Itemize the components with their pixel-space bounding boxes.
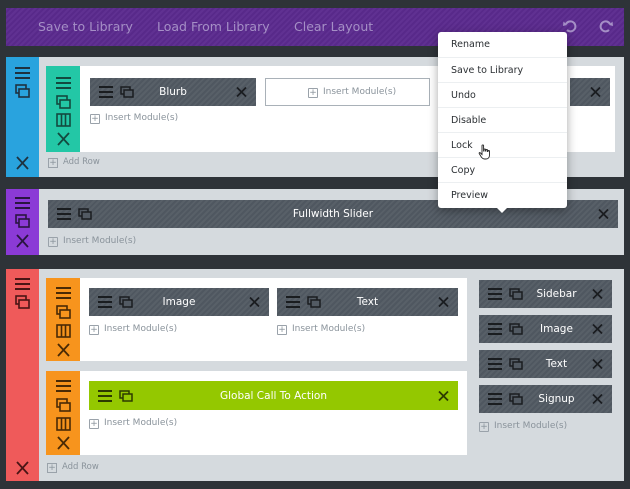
insert-module-button[interactable]: + Insert Module(s) (90, 113, 178, 124)
insert-module-button[interactable]: + Insert Module(s) (479, 421, 567, 432)
row-sidebar (46, 278, 80, 361)
menu-item-disable[interactable]: Disable (438, 107, 567, 132)
clear-layout-button[interactable]: Clear Layout (294, 19, 373, 34)
plus-icon: + (308, 88, 318, 98)
insert-module-button[interactable]: + Insert Module(s) (48, 236, 136, 247)
plus-icon: + (48, 237, 58, 247)
module-label: Image (162, 296, 196, 308)
save-to-library-button[interactable]: Save to Library (38, 19, 133, 34)
section-sidebar (6, 269, 39, 481)
row-sidebar (46, 66, 80, 152)
duplicate-icon[interactable] (15, 84, 30, 98)
delete-icon[interactable] (15, 461, 30, 475)
module-label: Text (356, 296, 379, 308)
duplicate-icon[interactable] (15, 214, 30, 228)
remove-icon[interactable] (590, 86, 601, 98)
remove-icon[interactable] (592, 288, 603, 300)
module-global-call-to-action[interactable]: Global Call To Action (89, 381, 458, 410)
remove-icon[interactable] (592, 393, 603, 405)
menu-item-undo[interactable]: Undo (438, 82, 567, 107)
duplicate-icon[interactable] (15, 295, 30, 309)
context-menu: Rename Save to Library Undo Disable Lock… (438, 32, 567, 208)
redo-icon[interactable] (598, 18, 614, 34)
remove-icon[interactable] (598, 208, 609, 220)
delete-icon[interactable] (56, 132, 71, 146)
section-sidebar (6, 57, 39, 177)
menu-item-rename[interactable]: Rename (438, 32, 567, 57)
delete-icon[interactable] (56, 436, 71, 450)
row-sidebar (46, 371, 80, 455)
insert-module-button[interactable]: + Insert Module(s) (308, 87, 396, 98)
module-label: Blurb (159, 86, 187, 98)
move-handle-icon[interactable] (15, 66, 30, 80)
drag-icon[interactable] (488, 358, 502, 370)
drag-icon[interactable] (488, 393, 502, 405)
module-text[interactable]: Text (277, 288, 458, 316)
module-image[interactable]: Image (89, 288, 269, 316)
insert-module-button[interactable]: + Insert Module(s) (277, 324, 365, 335)
remove-icon[interactable] (592, 323, 603, 335)
module-image[interactable]: Image (479, 315, 612, 343)
columns-icon[interactable] (56, 324, 71, 338)
menu-item-preview[interactable]: Preview (438, 182, 567, 207)
delete-icon[interactable] (15, 234, 30, 248)
module-text[interactable]: Text (479, 350, 612, 378)
columns-icon[interactable] (56, 417, 71, 431)
context-menu-pointer (494, 205, 510, 213)
move-handle-icon[interactable] (15, 277, 30, 291)
menu-item-copy[interactable]: Copy (438, 157, 567, 182)
drag-icon[interactable] (488, 288, 502, 300)
drag-icon[interactable] (488, 323, 502, 335)
module-sidebar[interactable]: Sidebar (479, 280, 612, 308)
menu-item-save-to-library[interactable]: Save to Library (438, 57, 567, 82)
add-row-button[interactable]: + Add Row (48, 157, 100, 168)
plus-icon: + (47, 463, 57, 473)
module-label: Global Call To Action (219, 389, 328, 402)
delete-icon[interactable] (15, 156, 30, 170)
section-specialty: Image + Insert Module(s) Text + Insert Mod… (6, 269, 624, 481)
insert-module-button[interactable]: + Insert Module(s) (89, 418, 177, 429)
plus-icon: + (90, 114, 100, 124)
move-handle-icon[interactable] (56, 379, 71, 393)
module-partial[interactable] (570, 78, 610, 106)
plus-icon: + (89, 325, 99, 335)
duplicate-icon[interactable] (56, 95, 71, 109)
menu-item-lock[interactable]: Lock (438, 132, 567, 157)
load-from-library-button[interactable]: Load From Library (157, 19, 270, 34)
columns-icon[interactable] (56, 113, 71, 127)
row: Global Call To Action + Insert Module(s) (46, 371, 467, 455)
plus-icon: + (277, 325, 287, 335)
add-row-button[interactable]: + Add Row (47, 462, 99, 473)
remove-icon[interactable] (438, 296, 449, 308)
insert-module-button[interactable]: + Insert Module(s) (89, 324, 177, 335)
row: Image + Insert Module(s) Text + Insert Mod… (46, 278, 467, 361)
plus-icon: + (48, 158, 58, 168)
plus-icon: + (89, 419, 99, 429)
move-handle-icon[interactable] (56, 76, 71, 90)
plus-icon: + (479, 422, 489, 432)
empty-column[interactable]: + Insert Module(s) (265, 78, 430, 106)
move-handle-icon[interactable] (15, 196, 30, 210)
module-label: Fullwidth Slider (292, 208, 374, 220)
remove-icon[interactable] (249, 296, 260, 308)
duplicate-icon[interactable] (56, 398, 71, 412)
section-sidebar (6, 189, 39, 255)
hand-cursor-icon (478, 144, 490, 160)
module-signup[interactable]: Signup (479, 385, 612, 413)
remove-icon[interactable] (592, 358, 603, 370)
remove-icon[interactable] (236, 86, 247, 98)
move-handle-icon[interactable] (56, 286, 71, 300)
module-blurb[interactable]: Blurb (90, 78, 256, 106)
duplicate-icon[interactable] (56, 305, 71, 319)
remove-icon[interactable] (438, 390, 449, 401)
delete-icon[interactable] (56, 343, 71, 357)
